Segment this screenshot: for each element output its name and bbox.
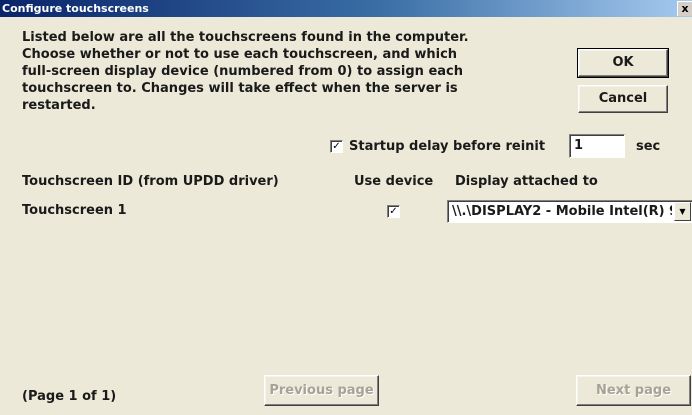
column-header-use: Use device [354,174,434,189]
cancel-button[interactable]: Cancel [578,85,668,113]
title-bar: Configure touchscreens x [0,0,692,17]
use-device-checkbox[interactable]: ✓ [387,205,400,218]
startup-delay-label: Startup delay before reinit [349,139,546,154]
startup-delay-input[interactable]: 1 [569,134,625,158]
ok-button[interactable]: OK [577,48,669,78]
window-title: Configure touchscreens [2,2,149,15]
close-icon[interactable]: x [677,1,692,16]
startup-delay-unit: sec [636,139,661,154]
touchscreen-name: Touchscreen 1 [22,203,127,218]
column-header-display: Display attached to [455,174,598,189]
instructions-text: Listed below are all the touchscreens fo… [22,30,469,113]
page-indicator: (Page 1 of 1) [22,389,117,404]
startup-delay-value: 1 [574,138,584,153]
display-select[interactable]: \\.\DISPLAY2 - Mobile Intel(R) 945GM Exp… [447,200,692,223]
column-header-id: Touchscreen ID (from UPDD driver) [22,174,279,189]
display-select-value: \\.\DISPLAY2 - Mobile Intel(R) 945GM Exp… [452,204,672,219]
chevron-down-icon[interactable]: ▼ [674,202,691,221]
next-page-button[interactable]: Next page [576,375,691,406]
startup-delay-checkbox[interactable]: ✓ [330,140,343,153]
previous-page-button[interactable]: Previous page [264,375,379,406]
